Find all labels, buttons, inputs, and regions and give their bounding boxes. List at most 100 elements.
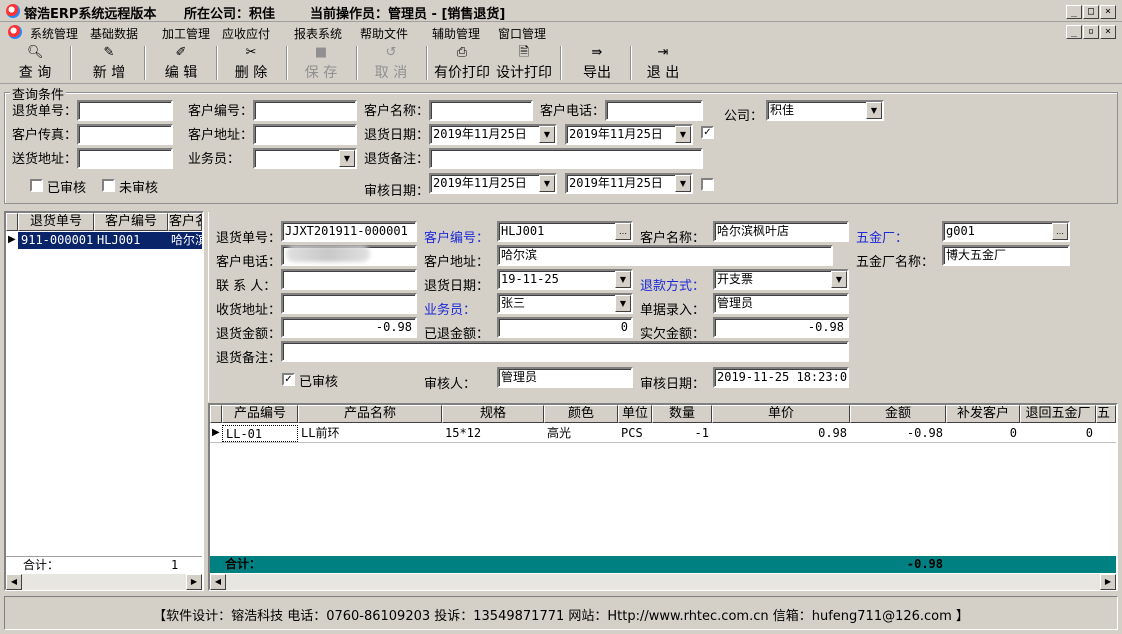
d-customer-name-input[interactable]: 哈尔滨枫叶店 bbox=[713, 221, 849, 242]
items-col-quantity[interactable]: 数量 bbox=[652, 405, 712, 423]
dropdown-arrow-icon[interactable]: ▼ bbox=[866, 102, 882, 119]
d-salesman-label[interactable]: 业务员： bbox=[424, 299, 476, 318]
d-return-date-select[interactable]: 19-11-25 ▼ bbox=[497, 269, 633, 290]
d-receive-addr-input[interactable] bbox=[281, 293, 417, 314]
q-audited-checkbox[interactable] bbox=[30, 179, 43, 192]
scroll-right-icon[interactable]: ▶ bbox=[186, 574, 202, 590]
item-cell-unit[interactable]: PCS bbox=[618, 425, 652, 442]
design-print-button[interactable]: 🗎︎ 设计打印 bbox=[494, 44, 554, 82]
new-button[interactable]: ✎ 新 增 bbox=[86, 44, 132, 82]
item-cell-product-name[interactable]: LL前环 bbox=[298, 425, 442, 442]
dropdown-arrow-icon[interactable]: ▼ bbox=[539, 175, 555, 192]
print-with-price-button[interactable]: ⎙ 有价打印 bbox=[432, 44, 492, 82]
child-restore-icon[interactable]: ▫ bbox=[1083, 25, 1099, 39]
items-col-unit[interactable]: 单位 bbox=[618, 405, 652, 423]
menu-aux[interactable]: 辅助管理 bbox=[432, 25, 480, 42]
app-menu-icon[interactable] bbox=[8, 25, 22, 39]
list-hscrollbar[interactable]: ◀ ▶ bbox=[6, 574, 202, 590]
q-company-select[interactable]: 积佳 ▼ bbox=[766, 100, 884, 121]
items-col-product-no[interactable]: 产品编号 bbox=[222, 405, 298, 423]
list-col-customer-no[interactable]: 客户编号 bbox=[94, 213, 168, 231]
q-customer-addr-input[interactable] bbox=[253, 124, 357, 145]
ellipsis-lookup-icon[interactable]: … bbox=[615, 223, 631, 240]
scroll-left-icon[interactable]: ◀ bbox=[210, 574, 226, 590]
dropdown-arrow-icon[interactable]: ▼ bbox=[339, 150, 355, 167]
child-close-icon[interactable]: × bbox=[1100, 25, 1116, 39]
q-salesman-select[interactable]: ▼ bbox=[253, 148, 357, 169]
items-col-more[interactable]: 五 bbox=[1096, 405, 1116, 423]
child-minimize-icon[interactable]: _ bbox=[1066, 25, 1082, 39]
ellipsis-lookup-icon[interactable]: … bbox=[1052, 223, 1068, 240]
dropdown-arrow-icon[interactable]: ▼ bbox=[831, 271, 847, 288]
edit-button[interactable]: ✐ 编 辑 bbox=[158, 44, 204, 82]
d-owed-input[interactable]: -0.98 bbox=[713, 317, 849, 338]
d-entry-input[interactable]: 管理员 bbox=[713, 293, 849, 314]
scroll-right-icon[interactable]: ▶ bbox=[1100, 574, 1116, 590]
d-audited-checkbox[interactable]: ✓ bbox=[282, 373, 295, 386]
d-customer-no-label[interactable]: 客户编号： bbox=[424, 227, 489, 246]
d-addr-input[interactable]: 哈尔滨 bbox=[497, 245, 833, 266]
d-salesman-select[interactable]: 张三 ▼ bbox=[497, 293, 633, 314]
export-button[interactable]: ⇛ 导出 bbox=[574, 44, 620, 82]
d-refunded-input[interactable]: 0 bbox=[497, 317, 633, 338]
d-return-no-input[interactable]: JJXT201911-000001 bbox=[281, 221, 417, 242]
q-return-note-input[interactable] bbox=[429, 148, 703, 169]
dropdown-arrow-icon[interactable]: ▼ bbox=[675, 126, 691, 143]
dropdown-arrow-icon[interactable]: ▼ bbox=[615, 271, 631, 288]
list-col-customer-name[interactable]: 客户名 bbox=[168, 213, 202, 231]
close-icon[interactable]: × bbox=[1100, 5, 1116, 19]
items-col-unit-price[interactable]: 单价 bbox=[712, 405, 850, 423]
dropdown-arrow-icon[interactable]: ▼ bbox=[675, 175, 691, 192]
q-customer-name-input[interactable] bbox=[429, 100, 533, 121]
q-return-date-checkbox[interactable]: ✓ bbox=[701, 126, 714, 139]
q-customer-phone-input[interactable] bbox=[605, 100, 703, 121]
list-col-return-no[interactable]: 退货单号 bbox=[18, 213, 94, 231]
save-button[interactable]: ■ 保 存 bbox=[298, 44, 344, 82]
d-factory-name-input[interactable]: 博大五金厂 bbox=[942, 245, 1070, 266]
items-col-amount[interactable]: 金额 bbox=[850, 405, 946, 423]
table-row[interactable]: ▶ 911-000001 HLJ001 哈尔滨 bbox=[6, 232, 202, 250]
item-cell-reissue-customer[interactable]: 0 bbox=[946, 425, 1020, 442]
q-audit-date-checkbox[interactable] bbox=[701, 178, 714, 191]
item-cell-spec[interactable]: 15*12 bbox=[442, 425, 544, 442]
menu-basic-data[interactable]: 基础数据 bbox=[90, 25, 138, 42]
q-return-date-to[interactable]: 2019年11月25日 ▼ bbox=[565, 124, 693, 145]
menu-window[interactable]: 窗口管理 bbox=[498, 25, 546, 42]
d-audit-date-input[interactable]: 2019-11-25 18:23:08 bbox=[713, 367, 849, 388]
q-customer-fax-input[interactable] bbox=[77, 124, 173, 145]
q-audit-date-to[interactable]: 2019年11月25日 ▼ bbox=[565, 173, 693, 194]
q-return-date-from[interactable]: 2019年11月25日 ▼ bbox=[429, 124, 557, 145]
q-delivery-addr-input[interactable] bbox=[77, 148, 173, 169]
items-col-color[interactable]: 颜色 bbox=[544, 405, 618, 423]
table-row[interactable]: ▶ LL-01 LL前环 15*12 高光 PCS -1 0.98 -0.98 … bbox=[210, 425, 1116, 443]
d-refund-method-select[interactable]: 开支票 ▼ bbox=[713, 269, 849, 290]
maximize-icon[interactable]: □ bbox=[1083, 5, 1099, 19]
minimize-icon[interactable]: _ bbox=[1066, 5, 1082, 19]
items-col-product-name[interactable]: 产品名称 bbox=[298, 405, 442, 423]
menu-help[interactable]: 帮助文件 bbox=[360, 25, 408, 42]
menu-processing[interactable]: 加工管理 bbox=[162, 25, 210, 42]
q-customer-no-input[interactable] bbox=[253, 100, 357, 121]
item-cell-unit-price[interactable]: 0.98 bbox=[712, 425, 850, 442]
item-cell-return-factory[interactable]: 0 bbox=[1020, 425, 1096, 442]
items-col-spec[interactable]: 规格 bbox=[442, 405, 544, 423]
menu-receivable-payable[interactable]: 应收应付 bbox=[222, 25, 270, 42]
dropdown-arrow-icon[interactable]: ▼ bbox=[615, 295, 631, 312]
q-unaudited-checkbox[interactable] bbox=[102, 179, 115, 192]
d-note-input[interactable] bbox=[281, 341, 849, 362]
d-contact-input[interactable] bbox=[281, 269, 417, 290]
query-button[interactable]: 🔍︎ 查 询 bbox=[12, 44, 58, 82]
menu-reports[interactable]: 报表系统 bbox=[294, 25, 342, 42]
items-col-return-factory[interactable]: 退回五金厂 bbox=[1020, 405, 1096, 423]
menu-system[interactable]: 系统管理 bbox=[30, 25, 78, 42]
cancel-button[interactable]: ↺ 取 消 bbox=[368, 44, 414, 82]
q-audit-date-from[interactable]: 2019年11月25日 ▼ bbox=[429, 173, 557, 194]
d-factory-code-input[interactable]: g001… bbox=[942, 221, 1070, 242]
item-cell-quantity[interactable]: -1 bbox=[652, 425, 712, 442]
exit-button[interactable]: ⇥ 退 出 bbox=[640, 44, 686, 82]
d-refund-method-label[interactable]: 退款方式： bbox=[640, 275, 705, 294]
d-customer-no-input[interactable]: HLJ001… bbox=[497, 221, 633, 242]
delete-button[interactable]: ✂ 删 除 bbox=[228, 44, 274, 82]
dropdown-arrow-icon[interactable]: ▼ bbox=[539, 126, 555, 143]
d-amount-input[interactable]: -0.98 bbox=[281, 317, 417, 338]
